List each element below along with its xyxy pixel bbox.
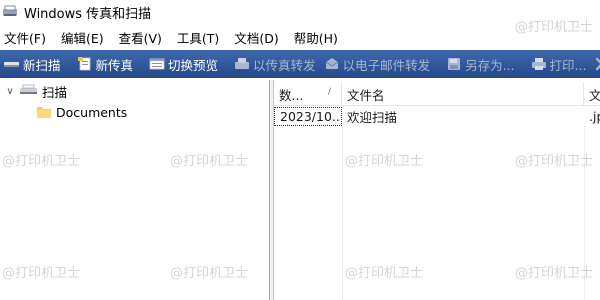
menu-view[interactable]: 查看(V) (119, 28, 162, 47)
window-title: Windows 传真和扫描 (24, 6, 152, 22)
column-gridline (342, 126, 343, 300)
menu-edit[interactable]: 编辑(E) (61, 28, 104, 47)
forward-as-email-label: 以电子邮件转发 (342, 57, 431, 73)
folder-tree-pane: ∨ 扫描 Documents (0, 80, 269, 300)
table-row[interactable]: 2023/10... 欢迎扫描 .jp (274, 107, 600, 126)
menu-tools[interactable]: 工具(T) (177, 28, 219, 47)
new-fax-label: 新传真 (95, 57, 134, 73)
menu-bar: 文件(F) 编辑(E) 查看(V) 工具(T) 文档(D) 帮助(H) (0, 26, 600, 48)
sort-arrow-icon: ∕ (327, 87, 331, 97)
forward-as-email-button[interactable]: 以电子邮件转发 (320, 50, 435, 78)
tree-item-documents[interactable]: Documents (36, 102, 127, 122)
new-scan-button[interactable]: 新扫描 (0, 50, 65, 78)
floppy-disk-icon (446, 56, 462, 72)
menu-file[interactable]: 文件(F) (4, 28, 46, 47)
tree-item-documents-label: Documents (56, 104, 128, 120)
column-gridlines (274, 126, 600, 300)
preview-pane-icon (149, 56, 165, 72)
title-bar: Windows 传真和扫描 (0, 0, 600, 24)
column-gridline (584, 126, 585, 300)
toggle-preview-label: 切换预览 (168, 57, 219, 73)
print-label: 打印... (549, 57, 587, 73)
cell-filename: 欢迎扫描 (347, 110, 398, 125)
new-fax-icon (77, 56, 93, 72)
save-as-button[interactable]: 另存为... (442, 50, 518, 78)
delete-button[interactable] (590, 50, 600, 78)
column-header-type[interactable]: 文 (584, 82, 600, 106)
collapse-chevron-icon[interactable]: ∨ (4, 81, 16, 101)
save-as-label: 另存为... (465, 57, 515, 73)
scanner-icon (20, 84, 38, 98)
document-list-pane: 数... ∕ 文件名 文 2023/10... 欢迎扫描 .jp (274, 80, 600, 300)
column-header-date[interactable]: 数... ∕ (274, 82, 342, 106)
toggle-preview-button[interactable]: 切换预览 (145, 50, 222, 78)
forward-as-fax-label: 以传真转发 (253, 57, 316, 73)
folder-icon (36, 105, 52, 119)
column-header-filename-label: 文件名 (347, 87, 385, 103)
cell-type: .jp (589, 109, 600, 124)
tree-item-scan-label: 扫描 (42, 84, 68, 100)
toolbar: 新扫描 新传真 切换预览 以传真转发 以电子邮件转发 另存为... 打印... (0, 50, 600, 78)
scanner-icon (4, 56, 20, 72)
cell-date: 2023/10... (274, 107, 342, 126)
fax-scan-app-icon (2, 4, 18, 20)
delete-x-icon (594, 56, 600, 72)
tree-item-scan[interactable]: ∨ 扫描 (4, 81, 67, 101)
print-button[interactable]: 打印... (527, 50, 591, 78)
column-header-filename[interactable]: 文件名 (342, 82, 584, 106)
column-header-type-label: 文 (589, 87, 600, 103)
email-forward-icon (324, 56, 340, 72)
forward-as-fax-button[interactable]: 以传真转发 (230, 50, 320, 78)
printer-icon (531, 56, 547, 72)
menu-document[interactable]: 文档(D) (234, 28, 278, 47)
fax-machine-icon (234, 56, 250, 72)
column-header-date-label: 数... (279, 87, 304, 103)
menu-help[interactable]: 帮助(H) (294, 28, 338, 47)
list-header: 数... ∕ 文件名 文 (274, 82, 600, 106)
new-fax-button[interactable]: 新传真 (73, 50, 138, 78)
new-scan-label: 新扫描 (23, 57, 61, 73)
fax-and-scan-window: Windows 传真和扫描 文件(F) 编辑(E) 查看(V) 工具(T) 文档… (0, 0, 600, 300)
